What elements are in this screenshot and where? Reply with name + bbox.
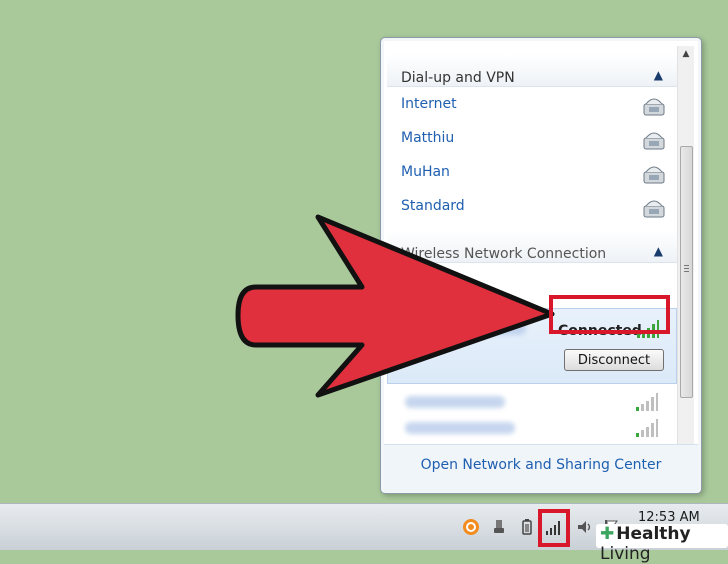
battery-icon[interactable] xyxy=(518,518,536,536)
vertical-scrollbar[interactable]: ▲ ▼ xyxy=(677,46,694,474)
dialup-item-label: Matthiu xyxy=(401,130,455,146)
clock-time[interactable]: 12:53 AM xyxy=(638,510,700,525)
scroll-up-icon[interactable]: ▲ xyxy=(678,46,694,62)
open-network-center-link[interactable]: Open Network and Sharing Center xyxy=(384,457,698,473)
network-name-obscured xyxy=(405,422,515,434)
volume-icon[interactable] xyxy=(576,518,594,536)
dialup-section-header[interactable]: Dial-up and VPN ▲ xyxy=(387,54,677,87)
plus-icon: ✚ xyxy=(600,524,615,544)
usb-icon[interactable] xyxy=(490,518,508,536)
disconnect-highlight-box xyxy=(549,295,670,334)
wifi-signal-icon xyxy=(636,419,658,437)
dialup-phone-icon xyxy=(643,200,665,218)
dialup-item-muhan[interactable]: MuHan xyxy=(387,156,677,190)
collapse-chevron-icon[interactable]: ▲ xyxy=(654,68,663,82)
dialup-phone-icon xyxy=(643,166,665,184)
dialup-item-label: MuHan xyxy=(401,164,450,180)
dialup-phone-icon xyxy=(643,132,665,150)
dialup-item-internet[interactable]: Internet xyxy=(387,88,677,122)
app-tray-icon[interactable] xyxy=(462,518,480,536)
watermark-logo: ✚ Healthy Living xyxy=(596,524,728,564)
dialup-item-label: Internet xyxy=(401,96,457,112)
dialup-item-matthiu[interactable]: Matthiu xyxy=(387,122,677,156)
dialup-section-title: Dial-up and VPN xyxy=(401,70,515,86)
tray-highlight-box xyxy=(538,509,570,547)
wireless-network-item[interactable] xyxy=(387,412,677,446)
collapse-chevron-icon[interactable]: ▲ xyxy=(654,244,663,258)
flyout-footer: Open Network and Sharing Center xyxy=(384,444,698,491)
dialup-phone-icon xyxy=(643,98,665,116)
red-arrow-icon xyxy=(235,214,555,398)
wifi-signal-icon xyxy=(636,393,658,411)
scroll-thumb[interactable] xyxy=(680,146,693,398)
